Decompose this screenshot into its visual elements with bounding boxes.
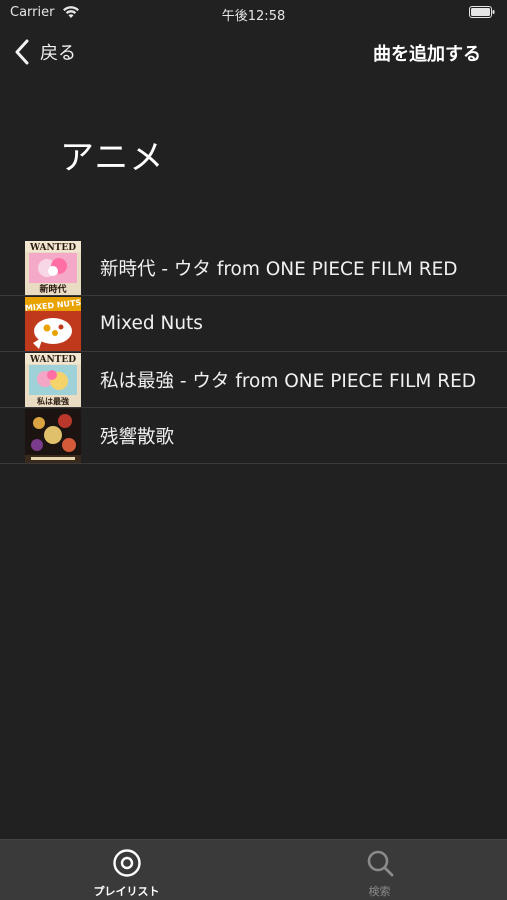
song-title: 新時代 - ウタ from ONE PIECE FILM RED: [100, 258, 458, 280]
svg-text:新時代: 新時代: [39, 283, 66, 295]
playlist-disc-icon: [112, 849, 141, 877]
tab-playlist[interactable]: プレイリスト: [0, 840, 253, 900]
tab-search[interactable]: 検索: [253, 840, 506, 900]
playlist-title: アニメ: [60, 138, 165, 178]
svg-text:WANTED: WANTED: [29, 243, 76, 253]
album-artwork: WANTED 私は最強: [25, 353, 81, 407]
search-icon: [367, 850, 393, 877]
album-artwork: MIXED NUTS: [25, 297, 81, 351]
status-bar: Carrier 午後12:58: [0, 0, 507, 28]
add-song-button[interactable]: 曲を追加する: [373, 40, 481, 66]
navigation-bar: 戻る 曲を追加する: [0, 30, 507, 74]
album-artwork: WANTED 新時代: [25, 241, 81, 295]
song-title: 私は最強 - ウタ from ONE PIECE FILM RED: [100, 370, 477, 392]
svg-text:WANTED: WANTED: [29, 355, 76, 365]
song-row[interactable]: MIXED NUTS Mixed Nuts: [0, 296, 507, 352]
back-button[interactable]: 戻る: [14, 38, 76, 66]
song-list: WANTED 新時代 新時代 - ウタ from ONE PIECE FILM …: [0, 240, 507, 464]
battery-icon: [469, 6, 495, 18]
svg-text:私は最強: 私は最強: [36, 396, 69, 406]
song-row[interactable]: WANTED 私は最強 私は最強 - ウタ from ONE PIECE FIL…: [0, 352, 507, 408]
album-artwork: [25, 409, 81, 463]
tab-playlist-label: プレイリスト: [93, 885, 160, 898]
song-title: 残響散歌: [100, 426, 175, 448]
status-time: 午後12:58: [221, 9, 286, 24]
song-title: Mixed Nuts: [100, 313, 203, 334]
song-row[interactable]: WANTED 新時代 新時代 - ウタ from ONE PIECE FILM …: [0, 240, 507, 296]
tab-bar: プレイリスト 検索: [0, 839, 507, 900]
tab-search-label: 検索: [368, 885, 391, 898]
song-row[interactable]: 残響散歌: [0, 408, 507, 464]
chevron-left-icon: [15, 39, 29, 65]
back-label: 戻る: [40, 43, 76, 64]
